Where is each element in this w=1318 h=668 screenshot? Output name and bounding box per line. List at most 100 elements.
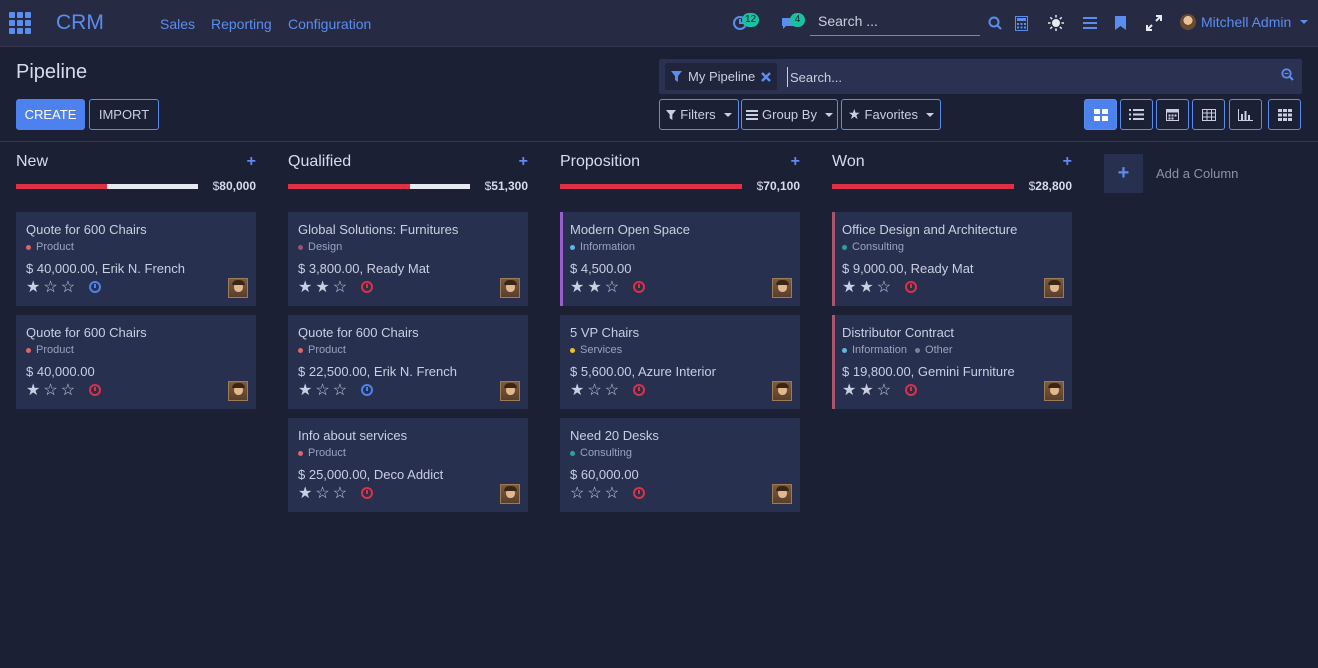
kanban-card[interactable]: Info about services Product $ 25,000.00, D… — [288, 418, 528, 512]
star-filled-icon[interactable]: ★ — [842, 280, 856, 296]
star-filled-icon[interactable]: ★ — [859, 383, 873, 399]
user-menu[interactable]: Mitchell Admin — [1180, 14, 1309, 30]
menu-lines-icon[interactable] — [1083, 17, 1097, 29]
menu-reporting[interactable]: Reporting — [211, 16, 272, 32]
activity-clock-icon[interactable] — [361, 281, 373, 293]
calculator-icon[interactable] — [1015, 16, 1028, 31]
close-icon[interactable] — [761, 71, 772, 82]
facet-label: My Pipeline — [688, 69, 756, 84]
bookmark-icon[interactable] — [1115, 16, 1126, 30]
kanban-card[interactable]: Distributor Contract Information Other $ 19… — [832, 315, 1072, 409]
card-revenue: $ 40,000.00 — [26, 364, 95, 379]
star-empty-icon[interactable]: ☆ — [877, 383, 891, 399]
menu-sales[interactable]: Sales — [160, 16, 195, 32]
search-submit-icon[interactable] — [1281, 68, 1294, 81]
add-column[interactable]: + Add a Column — [1104, 154, 1238, 193]
view-kanban-button[interactable] — [1084, 99, 1117, 130]
activity-clock-icon[interactable] — [361, 384, 373, 396]
column-progress-bar[interactable] — [288, 184, 470, 189]
kanban-card[interactable]: Quote for 600 Chairs Product $ 22,500.00, … — [288, 315, 528, 409]
apps-menu-icon[interactable] — [9, 12, 31, 34]
kanban-card[interactable]: Modern Open Space Information $ 4,500.00 ★ ★… — [560, 212, 800, 306]
star-empty-icon[interactable]: ☆ — [333, 280, 347, 296]
star-empty-icon[interactable]: ☆ — [61, 383, 75, 399]
column-title[interactable]: Won — [832, 153, 865, 171]
column-title[interactable]: Qualified — [288, 153, 351, 171]
kanban-card[interactable]: Office Design and Architecture Consulting… — [832, 212, 1072, 306]
create-button[interactable]: CREATE — [16, 99, 85, 130]
menu-configuration[interactable]: Configuration — [288, 16, 371, 32]
column-quick-create-icon[interactable]: + — [1063, 153, 1072, 171]
app-name[interactable]: CRM — [56, 11, 104, 35]
star-filled-icon[interactable]: ★ — [298, 383, 312, 399]
kanban-card[interactable]: Global Solutions: Furnitures Design $ 3,80… — [288, 212, 528, 306]
star-empty-icon[interactable]: ☆ — [333, 486, 347, 502]
filters-dropdown[interactable]: Filters — [659, 99, 739, 130]
star-filled-icon[interactable]: ★ — [315, 280, 329, 296]
progress-bar-red-segment[interactable] — [16, 184, 107, 189]
star-filled-icon[interactable]: ★ — [859, 280, 873, 296]
import-button[interactable]: IMPORT — [89, 99, 159, 130]
star-empty-icon[interactable]: ☆ — [315, 383, 329, 399]
star-empty-icon[interactable]: ☆ — [43, 280, 57, 296]
kanban-card[interactable]: Quote for 600 Chairs Product $ 40,000.00 ★ ☆… — [16, 315, 256, 409]
star-filled-icon[interactable]: ★ — [298, 486, 312, 502]
progress-bar-red-segment[interactable] — [832, 184, 1014, 189]
column-quick-create-icon[interactable]: + — [247, 153, 256, 171]
favorites-dropdown[interactable]: ★ Favorites — [841, 99, 941, 130]
add-column-plus-icon[interactable]: + — [1104, 154, 1143, 193]
fullscreen-expand-icon[interactable] — [1146, 15, 1162, 31]
search-facet-my-pipeline[interactable]: My Pipeline — [665, 63, 778, 90]
view-list-button[interactable] — [1120, 99, 1153, 130]
view-calendar-button[interactable] — [1156, 99, 1189, 130]
star-filled-icon[interactable]: ★ — [842, 383, 856, 399]
star-empty-icon[interactable]: ☆ — [587, 486, 601, 502]
star-empty-icon[interactable]: ☆ — [877, 280, 891, 296]
activity-clock-icon[interactable] — [89, 384, 101, 396]
star-empty-icon[interactable]: ☆ — [570, 486, 584, 502]
star-empty-icon[interactable]: ☆ — [333, 383, 347, 399]
activity-clock-icon[interactable] — [633, 384, 645, 396]
column-progress-bar[interactable] — [832, 184, 1014, 189]
column-quick-create-icon[interactable]: + — [519, 153, 528, 171]
star-filled-icon[interactable]: ★ — [26, 383, 40, 399]
activity-clock-icon[interactable] — [633, 281, 645, 293]
star-filled-icon[interactable]: ★ — [26, 280, 40, 296]
search-icon[interactable] — [988, 16, 1002, 30]
column-quick-create-icon[interactable]: + — [791, 153, 800, 171]
star-filled-icon[interactable]: ★ — [587, 280, 601, 296]
star-empty-icon[interactable]: ☆ — [315, 486, 329, 502]
activity-clock-icon[interactable] — [905, 281, 917, 293]
column-progress-bar[interactable] — [16, 184, 198, 189]
activity-clock-icon[interactable] — [905, 384, 917, 396]
star-filled-icon[interactable]: ★ — [298, 280, 312, 296]
activity-clock-icon[interactable] — [361, 487, 373, 499]
star-filled-icon[interactable]: ★ — [570, 280, 584, 296]
theme-sun-icon[interactable] — [1048, 15, 1064, 31]
star-empty-icon[interactable]: ☆ — [605, 383, 619, 399]
priority-stars: ★ ☆ ☆ — [26, 383, 75, 399]
progress-bar-red-segment[interactable] — [560, 184, 742, 189]
card-title: Quote for 600 Chairs — [298, 325, 419, 340]
column-progress-bar[interactable] — [560, 184, 742, 189]
kanban-card[interactable]: 5 VP Chairs Services $ 5,600.00, Azure Int… — [560, 315, 800, 409]
activity-clock-icon[interactable] — [633, 487, 645, 499]
star-empty-icon[interactable]: ☆ — [605, 280, 619, 296]
group-by-dropdown[interactable]: Group By — [741, 99, 838, 130]
star-empty-icon[interactable]: ☆ — [605, 486, 619, 502]
star-empty-icon[interactable]: ☆ — [61, 280, 75, 296]
activity-clock-icon[interactable] — [89, 281, 101, 293]
star-empty-icon[interactable]: ☆ — [43, 383, 57, 399]
progress-bar-red-segment[interactable] — [288, 184, 410, 189]
column-title[interactable]: Proposition — [560, 153, 640, 171]
column-title[interactable]: New — [16, 153, 48, 171]
star-filled-icon[interactable]: ★ — [570, 383, 584, 399]
view-pivot-button[interactable] — [1192, 99, 1225, 130]
global-search-input[interactable]: Search ... — [810, 10, 980, 36]
view-activity-button[interactable] — [1268, 99, 1301, 130]
kanban-card[interactable]: Quote for 600 Chairs Product $ 40,000.00, … — [16, 212, 256, 306]
search-input[interactable] — [787, 67, 1257, 87]
kanban-card[interactable]: Need 20 Desks Consulting $ 60,000.00 ☆ ☆ ☆ — [560, 418, 800, 512]
star-empty-icon[interactable]: ☆ — [587, 383, 601, 399]
view-graph-button[interactable] — [1229, 99, 1262, 130]
